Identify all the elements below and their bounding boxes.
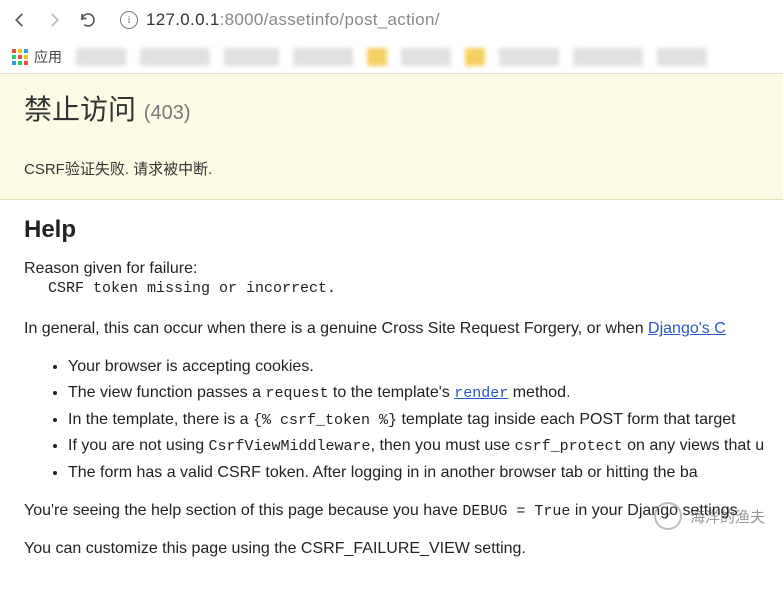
watermark: ✓ 海洋的渔夫 [654, 502, 765, 530]
error-code: (403) [144, 102, 191, 124]
render-link[interactable]: render [454, 385, 508, 402]
reason-code: CSRF token missing or incorrect. [48, 280, 759, 297]
intro-paragraph: In general, this can occur when there is… [24, 317, 759, 341]
list-item: The view function passes a request to th… [68, 381, 759, 406]
bookmark-item[interactable] [224, 48, 279, 66]
error-title: 禁止访问 (403) [24, 92, 759, 128]
error-message: CSRF验证失败. 请求被中断. [24, 158, 759, 179]
bookmark-item[interactable] [367, 48, 387, 66]
bookmark-item[interactable] [465, 48, 485, 66]
apps-button[interactable]: 应用 [12, 47, 62, 67]
list-item: If you are not using CsrfViewMiddleware,… [68, 434, 759, 459]
back-button[interactable] [8, 8, 32, 32]
bookmark-item[interactable] [140, 48, 210, 66]
watermark-text: 海洋的渔夫 [690, 506, 765, 527]
list-item: The form has a valid CSRF token. After l… [68, 461, 759, 485]
customize-paragraph: You can customize this page using the CS… [24, 537, 759, 561]
wechat-icon: ✓ [654, 502, 682, 530]
bookmark-item[interactable] [293, 48, 353, 66]
django-doc-link[interactable]: Django's C [648, 320, 726, 337]
forward-button[interactable] [42, 8, 66, 32]
bookmark-item[interactable] [76, 48, 126, 66]
address-bar[interactable]: i 127.0.0.1:8000/assetinfo/post_action/ [110, 6, 775, 34]
help-section: Help Reason given for failure: CSRF toke… [0, 200, 783, 591]
reload-button[interactable] [76, 8, 100, 32]
url-text: 127.0.0.1:8000/assetinfo/post_action/ [146, 10, 440, 30]
bookmark-item[interactable] [657, 48, 707, 66]
debug-paragraph: You're seeing the help section of this p… [24, 499, 759, 524]
bookmark-item[interactable] [401, 48, 451, 66]
help-bullets: Your browser is accepting cookies. The v… [68, 355, 759, 485]
bookmark-item[interactable] [573, 48, 643, 66]
reason-label: Reason given for failure: [24, 260, 759, 278]
apps-grid-icon [12, 49, 28, 65]
list-item: Your browser is accepting cookies. [68, 355, 759, 379]
browser-toolbar: i 127.0.0.1:8000/assetinfo/post_action/ [0, 0, 783, 40]
site-info-icon[interactable]: i [120, 11, 138, 29]
error-banner: 禁止访问 (403) CSRF验证失败. 请求被中断. [0, 74, 783, 200]
bookmarks-bar: 应用 [0, 40, 783, 74]
list-item: In the template, there is a {% csrf_toke… [68, 408, 759, 433]
help-heading: Help [24, 216, 759, 244]
apps-label: 应用 [34, 47, 62, 67]
bookmark-item[interactable] [499, 48, 559, 66]
